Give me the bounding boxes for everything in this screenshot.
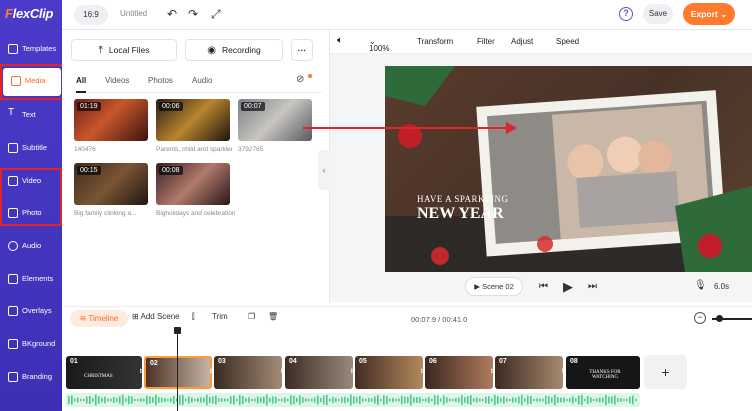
speed-button[interactable]: Speed	[556, 37, 579, 46]
nav-branding[interactable]: Branding	[0, 364, 62, 392]
nav-elements[interactable]: Elements	[0, 266, 62, 294]
media-caption-5: Bigholidays and celebration...	[156, 210, 236, 217]
microphone-icon[interactable]: 🎙︎	[694, 280, 707, 291]
scene-clip-04[interactable]: 04	[285, 356, 353, 389]
zoom-out-icon[interactable]: −	[694, 312, 706, 324]
overlays-icon	[8, 306, 18, 316]
collapse-panel-handle[interactable]: ‹	[318, 150, 330, 190]
scene-clip-03[interactable]: 03	[214, 356, 282, 389]
trim-button[interactable]: Trim	[212, 312, 228, 321]
project-title[interactable]: Untitled	[120, 9, 147, 18]
highlight-video-photo	[0, 168, 62, 226]
tab-all[interactable]: All	[76, 76, 86, 85]
tab-videos[interactable]: Videos	[105, 76, 129, 85]
upload-icon: ⤒	[98, 45, 103, 56]
add-clip-button[interactable]: +	[644, 355, 687, 389]
video-preview[interactable]: HAVE A SPARKLING NEW YEAR	[385, 66, 752, 272]
local-files-button[interactable]: ⤒ Local Files	[71, 39, 177, 61]
adjust-button[interactable]: Adjust	[511, 37, 533, 46]
templates-icon	[8, 44, 18, 54]
media-caption-3: 3792765	[238, 146, 264, 153]
nav-subtitle[interactable]: Subtitle	[0, 135, 62, 163]
edit-toolbar: 🔈︎ 100% ⌄ Transform Filter Adjust Speed	[330, 30, 752, 54]
scene-clip-01[interactable]: 01 CHRISTMAS	[66, 356, 142, 389]
nav-bkground[interactable]: BKground	[0, 331, 62, 359]
more-button[interactable]: ···	[291, 39, 313, 61]
audio-waveform	[68, 394, 637, 406]
timeline-zoom-knob[interactable]	[716, 315, 723, 322]
text-icon: T	[8, 107, 15, 118]
background-icon	[8, 339, 18, 349]
tab-audio[interactable]: Audio	[192, 76, 212, 85]
add-scene-button[interactable]: ⊞ Add Scene	[132, 312, 180, 321]
app-logo: FlexClip	[5, 6, 54, 21]
elements-icon	[8, 274, 18, 284]
split-icon[interactable]: ⫿	[192, 312, 195, 322]
save-button[interactable]: Save	[643, 4, 673, 24]
media-item-5[interactable]: 00:08	[156, 163, 230, 205]
media-caption-4: Big family clinking a...	[74, 210, 137, 217]
scene-clip-05[interactable]: 05	[355, 356, 423, 389]
preview-line1: HAVE A SPARKLING	[417, 194, 509, 204]
branding-icon	[8, 372, 18, 382]
help-icon[interactable]: ?	[619, 7, 633, 21]
nav-text[interactable]: T Text	[0, 102, 62, 130]
top-bar: 16:9 Untitled ↶ ↷ ⤢ ? Save Export ⌄	[62, 0, 752, 30]
recording-button[interactable]: ◉ Recording	[185, 39, 283, 61]
timeline-time: 00:07.9 / 00:41.0	[411, 315, 468, 324]
scene-selector[interactable]: ▶ Scene 02	[465, 277, 523, 296]
notification-dot	[308, 74, 312, 78]
transform-button[interactable]: Transform	[417, 37, 453, 46]
filter-button[interactable]: Filter	[477, 37, 495, 46]
aspect-ratio-button[interactable]: 16:9	[74, 5, 108, 25]
annotation-arrowhead	[506, 122, 517, 134]
scene-clip-06[interactable]: 06	[425, 356, 493, 389]
scene-clip-07[interactable]: 07	[495, 356, 563, 389]
prev-scene-icon[interactable]: ⏮	[539, 281, 548, 292]
preview-line2: NEW YEAR	[417, 205, 504, 222]
media-caption-2: Parents, child and sparklers	[156, 146, 232, 153]
timeline-tab[interactable]: ≋ Timeline	[70, 310, 128, 327]
preview-artwork	[385, 66, 752, 272]
timeline-toolbar: ≋ Timeline ⊞ Add Scene ⫿ Trim ❐ 🗑︎ 00:07…	[62, 306, 752, 330]
media-item-3[interactable]: 00:07	[238, 99, 312, 141]
subtitle-icon	[8, 143, 18, 153]
record-icon: ◉	[207, 45, 216, 56]
media-item-2[interactable]: 00:06	[156, 99, 230, 141]
annotation-arrow	[303, 127, 509, 129]
media-item-4[interactable]: 00:15	[74, 163, 148, 205]
redo-icon[interactable]: ↷	[188, 8, 198, 20]
scene-clip-08[interactable]: 08 THANKS FOR WATCHING	[566, 356, 640, 389]
undo-icon[interactable]: ↶	[167, 8, 177, 20]
next-scene-icon[interactable]: ⏭	[588, 281, 597, 292]
media-panel: ⤒ Local Files ◉ Recording ··· All Videos P…	[62, 30, 330, 302]
delete-icon[interactable]: 🗑︎	[268, 312, 278, 321]
volume-icon[interactable]: 🔈︎	[337, 35, 343, 46]
nav-audio[interactable]: Audio	[0, 233, 62, 261]
export-button[interactable]: Export ⌄	[683, 3, 735, 25]
zoom-select[interactable]: 100% ⌄	[369, 37, 389, 53]
playhead-handle[interactable]	[174, 327, 181, 334]
scene-clip-02[interactable]: 02	[144, 356, 212, 389]
nav-templates[interactable]: Templates	[0, 36, 62, 64]
flexclip-editor: FlexClip Templates Media T Text Subtitle …	[0, 0, 752, 411]
play-icon[interactable]: ▶	[563, 279, 573, 295]
audio-track[interactable]	[66, 393, 640, 407]
fullscreen-icon[interactable]: ⤢	[211, 8, 221, 20]
playhead[interactable]	[177, 328, 178, 411]
media-item-1[interactable]: 01:19	[74, 99, 148, 141]
active-tab-indicator	[76, 91, 86, 93]
link-off-icon[interactable]: ⊘	[296, 74, 304, 85]
duplicate-icon[interactable]: ❐	[248, 312, 255, 321]
scene-duration: 6.0s	[714, 282, 730, 291]
audio-icon	[8, 241, 18, 251]
tabs-divider	[74, 92, 322, 93]
nav-overlays[interactable]: Overlays	[0, 298, 62, 326]
media-caption-1: 140476	[74, 146, 96, 153]
highlight-media	[0, 64, 64, 100]
tab-photos[interactable]: Photos	[148, 76, 173, 85]
timeline-ruler	[62, 330, 752, 344]
